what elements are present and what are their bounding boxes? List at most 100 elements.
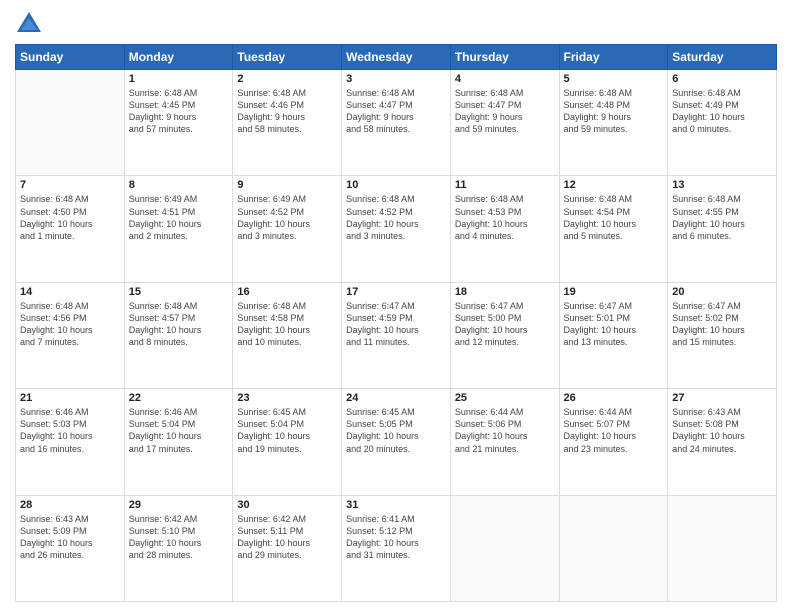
day-info: Sunrise: 6:48 AM Sunset: 4:53 PM Dayligh…	[455, 193, 555, 242]
calendar-cell: 2Sunrise: 6:48 AM Sunset: 4:46 PM Daylig…	[233, 70, 342, 176]
day-header-tuesday: Tuesday	[233, 45, 342, 70]
day-info: Sunrise: 6:48 AM Sunset: 4:49 PM Dayligh…	[672, 87, 772, 136]
day-info: Sunrise: 6:48 AM Sunset: 4:55 PM Dayligh…	[672, 193, 772, 242]
day-number: 10	[346, 179, 446, 191]
day-info: Sunrise: 6:48 AM Sunset: 4:58 PM Dayligh…	[237, 300, 337, 349]
day-number: 17	[346, 286, 446, 298]
day-info: Sunrise: 6:48 AM Sunset: 4:56 PM Dayligh…	[20, 300, 120, 349]
day-number: 24	[346, 392, 446, 404]
calendar-cell: 12 Sunrise: 6:48 AM Sunset: 4:54 PM Dayli…	[559, 176, 668, 282]
day-info: Sunrise: 6:49 AM Sunset: 4:52 PM Dayligh…	[237, 193, 337, 242]
calendar-cell: 7 Sunrise: 6:48 AM Sunset: 4:50 PM Daylig…	[16, 176, 125, 282]
day-header-monday: Monday	[124, 45, 233, 70]
calendar-cell: 17 Sunrise: 6:47 AM Sunset: 4:59 PM Dayli…	[342, 282, 451, 388]
calendar-cell: 27 Sunrise: 6:43 AM Sunset: 5:08 PM Dayli…	[668, 389, 777, 495]
day-info: Sunrise: 6:48 AM Sunset: 4:54 PM Dayligh…	[564, 193, 664, 242]
day-number: 13	[672, 179, 772, 191]
day-header-wednesday: Wednesday	[342, 45, 451, 70]
day-header-sunday: Sunday	[16, 45, 125, 70]
calendar-cell: 30 Sunrise: 6:42 AM Sunset: 5:11 PM Dayli…	[233, 495, 342, 601]
day-info: Sunrise: 6:43 AM Sunset: 5:09 PM Dayligh…	[20, 513, 120, 562]
day-number: 4	[455, 73, 555, 85]
day-number: 27	[672, 392, 772, 404]
header	[15, 10, 777, 38]
day-info: Sunrise: 6:42 AM Sunset: 5:11 PM Dayligh…	[237, 513, 337, 562]
calendar-cell: 14 Sunrise: 6:48 AM Sunset: 4:56 PM Dayli…	[16, 282, 125, 388]
day-info: Sunrise: 6:41 AM Sunset: 5:12 PM Dayligh…	[346, 513, 446, 562]
day-number: 20	[672, 286, 772, 298]
day-info: Sunrise: 6:49 AM Sunset: 4:51 PM Dayligh…	[129, 193, 229, 242]
week-row-4: 21Sunrise: 6:46 AM Sunset: 5:03 PM Dayli…	[16, 389, 777, 495]
day-number: 30	[237, 499, 337, 511]
day-number: 2	[237, 73, 337, 85]
calendar-cell: 3 Sunrise: 6:48 AM Sunset: 4:47 PM Daylig…	[342, 70, 451, 176]
day-number: 7	[20, 179, 120, 191]
logo	[15, 10, 47, 38]
calendar-body: 1 Sunrise: 6:48 AM Sunset: 4:45 PM Daylig…	[16, 70, 777, 602]
day-info: Sunrise: 6:47 AM Sunset: 4:59 PM Dayligh…	[346, 300, 446, 349]
day-number: 12	[564, 179, 664, 191]
day-info: Sunrise: 6:46 AM Sunset: 5:03 PM Dayligh…	[20, 406, 120, 455]
day-number: 16	[237, 286, 337, 298]
day-info: Sunrise: 6:48 AM Sunset: 4:47 PM Dayligh…	[346, 87, 446, 136]
day-info: Sunrise: 6:46 AM Sunset: 5:04 PM Dayligh…	[129, 406, 229, 455]
calendar-cell: 26Sunrise: 6:44 AM Sunset: 5:07 PM Dayli…	[559, 389, 668, 495]
day-number: 3	[346, 73, 446, 85]
day-number: 29	[129, 499, 229, 511]
day-number: 8	[129, 179, 229, 191]
calendar-cell: 11 Sunrise: 6:48 AM Sunset: 4:53 PM Dayli…	[450, 176, 559, 282]
day-number: 23	[237, 392, 337, 404]
day-info: Sunrise: 6:48 AM Sunset: 4:45 PM Dayligh…	[129, 87, 229, 136]
day-number: 18	[455, 286, 555, 298]
day-number: 15	[129, 286, 229, 298]
days-header-row: SundayMondayTuesdayWednesdayThursdayFrid…	[16, 45, 777, 70]
day-info: Sunrise: 6:48 AM Sunset: 4:47 PM Dayligh…	[455, 87, 555, 136]
calendar-cell: 1 Sunrise: 6:48 AM Sunset: 4:45 PM Daylig…	[124, 70, 233, 176]
calendar-cell: 8 Sunrise: 6:49 AM Sunset: 4:51 PM Daylig…	[124, 176, 233, 282]
day-info: Sunrise: 6:43 AM Sunset: 5:08 PM Dayligh…	[672, 406, 772, 455]
week-row-2: 7 Sunrise: 6:48 AM Sunset: 4:50 PM Daylig…	[16, 176, 777, 282]
day-number: 28	[20, 499, 120, 511]
week-row-1: 1 Sunrise: 6:48 AM Sunset: 4:45 PM Daylig…	[16, 70, 777, 176]
day-info: Sunrise: 6:45 AM Sunset: 5:05 PM Dayligh…	[346, 406, 446, 455]
calendar-cell	[668, 495, 777, 601]
day-info: Sunrise: 6:44 AM Sunset: 5:06 PM Dayligh…	[455, 406, 555, 455]
calendar-cell	[16, 70, 125, 176]
day-number: 31	[346, 499, 446, 511]
day-info: Sunrise: 6:45 AM Sunset: 5:04 PM Dayligh…	[237, 406, 337, 455]
calendar-cell: 25 Sunrise: 6:44 AM Sunset: 5:06 PM Dayli…	[450, 389, 559, 495]
logo-icon	[15, 10, 43, 38]
day-info: Sunrise: 6:42 AM Sunset: 5:10 PM Dayligh…	[129, 513, 229, 562]
day-number: 5	[564, 73, 664, 85]
calendar-cell: 24 Sunrise: 6:45 AM Sunset: 5:05 PM Dayli…	[342, 389, 451, 495]
day-info: Sunrise: 6:47 AM Sunset: 5:00 PM Dayligh…	[455, 300, 555, 349]
day-number: 25	[455, 392, 555, 404]
calendar-cell: 9Sunrise: 6:49 AM Sunset: 4:52 PM Daylig…	[233, 176, 342, 282]
calendar-cell: 13 Sunrise: 6:48 AM Sunset: 4:55 PM Dayli…	[668, 176, 777, 282]
day-header-saturday: Saturday	[668, 45, 777, 70]
calendar-cell: 15 Sunrise: 6:48 AM Sunset: 4:57 PM Dayli…	[124, 282, 233, 388]
calendar-cell	[450, 495, 559, 601]
calendar-cell: 18 Sunrise: 6:47 AM Sunset: 5:00 PM Dayli…	[450, 282, 559, 388]
calendar-cell: 21Sunrise: 6:46 AM Sunset: 5:03 PM Dayli…	[16, 389, 125, 495]
calendar-cell: 31 Sunrise: 6:41 AM Sunset: 5:12 PM Dayli…	[342, 495, 451, 601]
calendar-cell: 19Sunrise: 6:47 AM Sunset: 5:01 PM Dayli…	[559, 282, 668, 388]
calendar-cell: 6Sunrise: 6:48 AM Sunset: 4:49 PM Daylig…	[668, 70, 777, 176]
day-number: 22	[129, 392, 229, 404]
day-info: Sunrise: 6:47 AM Sunset: 5:01 PM Dayligh…	[564, 300, 664, 349]
day-info: Sunrise: 6:48 AM Sunset: 4:57 PM Dayligh…	[129, 300, 229, 349]
day-number: 11	[455, 179, 555, 191]
day-number: 26	[564, 392, 664, 404]
week-row-3: 14 Sunrise: 6:48 AM Sunset: 4:56 PM Dayli…	[16, 282, 777, 388]
day-info: Sunrise: 6:48 AM Sunset: 4:48 PM Dayligh…	[564, 87, 664, 136]
calendar-cell	[559, 495, 668, 601]
day-info: Sunrise: 6:48 AM Sunset: 4:50 PM Dayligh…	[20, 193, 120, 242]
week-row-5: 28 Sunrise: 6:43 AM Sunset: 5:09 PM Dayli…	[16, 495, 777, 601]
calendar-cell: 28 Sunrise: 6:43 AM Sunset: 5:09 PM Dayli…	[16, 495, 125, 601]
day-number: 14	[20, 286, 120, 298]
day-number: 1	[129, 73, 229, 85]
calendar-cell: 16 Sunrise: 6:48 AM Sunset: 4:58 PM Dayli…	[233, 282, 342, 388]
calendar-cell: 22 Sunrise: 6:46 AM Sunset: 5:04 PM Dayli…	[124, 389, 233, 495]
calendar-cell: 10Sunrise: 6:48 AM Sunset: 4:52 PM Dayli…	[342, 176, 451, 282]
calendar-cell: 29 Sunrise: 6:42 AM Sunset: 5:10 PM Dayli…	[124, 495, 233, 601]
